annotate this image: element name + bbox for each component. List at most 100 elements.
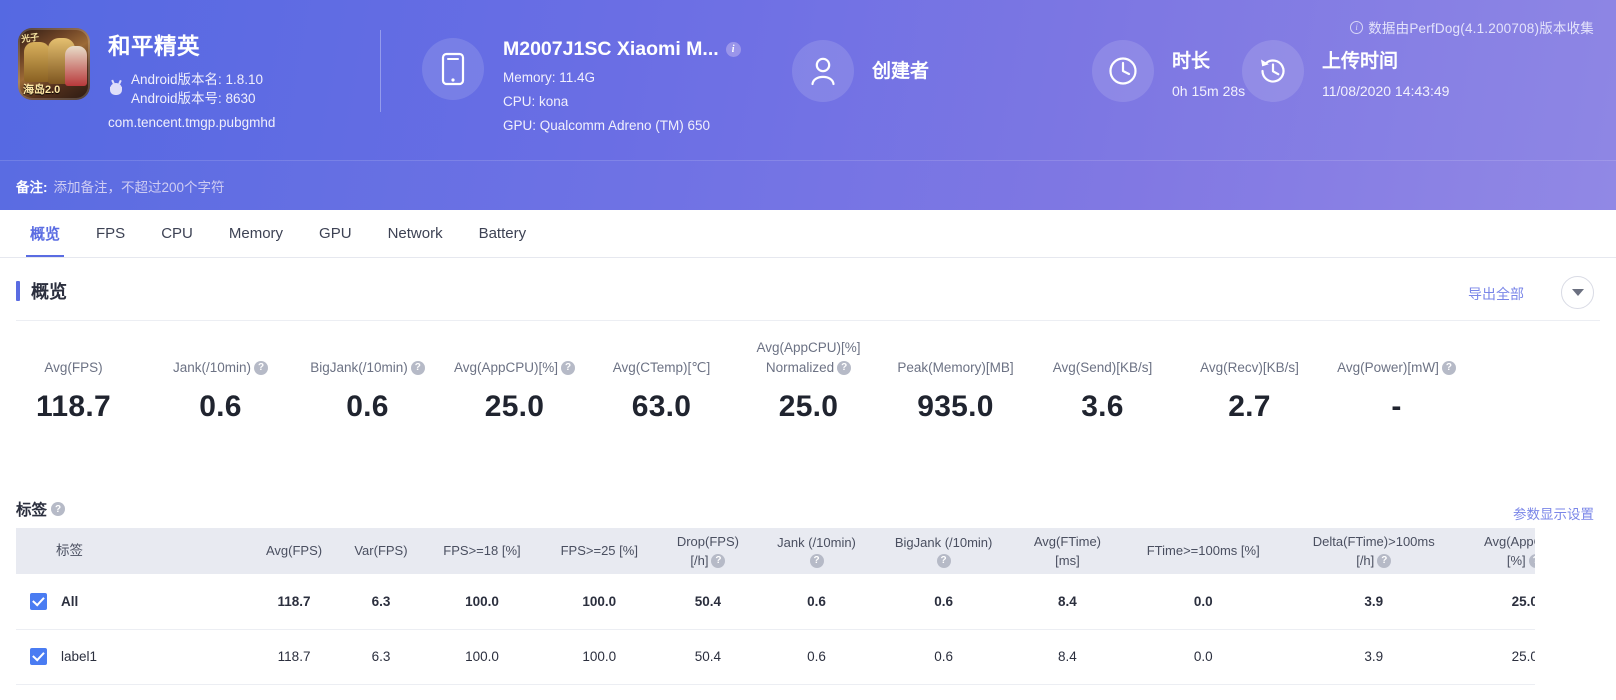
- kpi-label-subtext: Normalized: [766, 359, 834, 376]
- game-icon-badge-bottom: 海岛2.0: [23, 81, 60, 97]
- table-right-margin: [1535, 528, 1616, 700]
- col-header-ftime-gte-100ms[interactable]: FTime>=100ms [%]: [1123, 528, 1284, 574]
- tab-network[interactable]: Network: [370, 210, 461, 257]
- export-all-link[interactable]: 导出全部: [1468, 284, 1524, 304]
- help-icon[interactable]: ?: [254, 361, 268, 375]
- col-header-drop-fps[interactable]: Drop(FPS) [/h]?: [658, 528, 758, 574]
- col-header-text: FPS>=18 [%]: [443, 543, 520, 559]
- tab-memory[interactable]: Memory: [211, 210, 301, 257]
- kpi-bigjank: BigJank(/10min)? 0.6: [294, 330, 441, 424]
- col-header-bigjank[interactable]: BigJank (/10min)?: [875, 528, 1012, 574]
- col-header-text: Drop(FPS): [662, 534, 754, 550]
- col-header-avg-ftime[interactable]: Avg(FTime)[ms]: [1012, 528, 1123, 574]
- col-header-text: FPS>=25 [%]: [561, 543, 638, 559]
- section-divider: [16, 320, 1600, 321]
- perfdog-report-page: i 数据由PerfDog(4.1.200708)版本收集 光子 海岛2.0 和平…: [0, 0, 1616, 700]
- col-header-text: Delta(FTime)>100ms: [1288, 534, 1460, 550]
- game-package-name: com.tencent.tmgp.pubgmhd: [108, 115, 275, 130]
- help-icon[interactable]: ?: [561, 361, 575, 375]
- device-memory: Memory: 11.4G: [503, 70, 741, 85]
- help-icon[interactable]: ?: [711, 554, 725, 568]
- col-header-delta-ftime[interactable]: Delta(FTime)>100ms[/h]?: [1284, 528, 1464, 574]
- row-checkbox[interactable]: [30, 648, 47, 665]
- help-icon[interactable]: ?: [837, 361, 851, 375]
- collapse-toggle-button[interactable]: [1561, 276, 1594, 309]
- chevron-down-icon: [1572, 289, 1584, 296]
- tab-gpu[interactable]: GPU: [301, 210, 370, 257]
- row-label-text: label1: [61, 649, 97, 664]
- clock-icon: [1092, 40, 1154, 102]
- table-header-row: 标签 Avg(FPS) Var(FPS) FPS>=18 [%] FPS>=25…: [16, 528, 1535, 574]
- game-version-rows: Android版本名: 1.8.10 Android版本号: 8630: [108, 70, 275, 108]
- col-header-subtext: [%]: [1507, 553, 1526, 569]
- help-icon[interactable]: ?: [1442, 361, 1456, 375]
- kpi-value: 118.7: [0, 390, 147, 424]
- info-icon: i: [1350, 21, 1363, 34]
- cell-fps-gte-18: 100.0: [423, 629, 540, 684]
- cell-drop-fps: 50.4: [658, 574, 758, 629]
- col-header-text: Jank (/10min): [762, 535, 871, 551]
- table-row[interactable]: All 118.7 6.3 100.0 100.0 50.4 0.6 0.6 8…: [16, 574, 1535, 629]
- tab-overview[interactable]: 概览: [12, 210, 78, 257]
- col-header-avg-appcpu[interactable]: Avg(AppCPU)[%]?: [1464, 528, 1535, 574]
- kpi-label-text: Avg(FPS): [44, 359, 102, 376]
- overview-section-header: 概览 导出全部: [0, 264, 1616, 320]
- notes-label: 备注:: [16, 176, 48, 196]
- page-title-text: 概览: [31, 278, 67, 304]
- kpi-avg-power: Avg(Power)[mW]? -: [1323, 330, 1470, 424]
- col-header-subtext: [/h]: [690, 553, 708, 569]
- kpi-label-text: Avg(AppCPU)[%]: [454, 359, 558, 376]
- cell-avg-ftime: 8.4: [1012, 574, 1123, 629]
- col-header-subtext: [ms]: [1055, 553, 1080, 569]
- kpi-avg-appcpu: Avg(AppCPU)[%]? 25.0: [441, 330, 588, 424]
- col-header-avg-fps[interactable]: Avg(FPS): [250, 528, 339, 574]
- col-header-label[interactable]: 标签: [16, 528, 250, 574]
- upload-value: 11/08/2020 14:43:49: [1322, 83, 1449, 99]
- kpi-summary-row: Avg(FPS) 118.7 Jank(/10min)? 0.6 BigJank…: [0, 330, 1470, 424]
- page-title: 概览: [16, 278, 67, 304]
- kpi-label-text: Peak(Memory)[MB]: [897, 359, 1013, 376]
- help-icon[interactable]: ?: [937, 554, 951, 568]
- kpi-value: 3.6: [1029, 390, 1176, 424]
- kpi-value: 63.0: [588, 390, 735, 424]
- col-header-fps-gte-18[interactable]: FPS>=18 [%]: [423, 528, 540, 574]
- kpi-label-text: Avg(CTemp)[℃]: [613, 359, 710, 376]
- kpi-avg-recv: Avg(Recv)[KB/s] 2.7: [1176, 330, 1323, 424]
- cell-avg-fps: 118.7: [250, 574, 339, 629]
- col-header-var-fps[interactable]: Var(FPS): [339, 528, 424, 574]
- help-icon[interactable]: ?: [51, 502, 65, 516]
- cell-bigjank: 0.6: [875, 629, 1012, 684]
- tab-battery[interactable]: Battery: [461, 210, 545, 257]
- table-row[interactable]: label1 118.7 6.3 100.0 100.0 50.4 0.6 0.…: [16, 629, 1535, 684]
- col-header-fps-gte-25[interactable]: FPS>=25 [%]: [541, 528, 658, 574]
- game-version-code: Android版本号: 8630: [131, 89, 263, 108]
- collect-version-text: 数据由PerfDog(4.1.200708)版本收集: [1368, 17, 1594, 37]
- notes-bar[interactable]: 备注: 添加备注，不超过200个字符: [0, 160, 1616, 210]
- device-info-icon[interactable]: i: [726, 42, 741, 57]
- labels-section-header: 标签 ?: [16, 498, 65, 520]
- duration-block: 时长 0h 15m 28s: [1092, 40, 1245, 102]
- parameter-display-settings-link[interactable]: 参数显示设置: [1513, 503, 1594, 523]
- row-checkbox[interactable]: [30, 593, 47, 610]
- cell-fps-gte-25: 100.0: [541, 574, 658, 629]
- game-app-icon: 光子 海岛2.0: [18, 28, 90, 100]
- cell-bigjank: 0.6: [875, 574, 1012, 629]
- cell-delta-ftime: 3.9: [1284, 574, 1464, 629]
- tab-fps[interactable]: FPS: [78, 210, 143, 257]
- col-header-jank[interactable]: Jank (/10min)?: [758, 528, 875, 574]
- cell-drop-fps: 50.4: [658, 629, 758, 684]
- device-cpu: CPU: kona: [503, 94, 741, 109]
- kpi-value: 0.6: [294, 390, 441, 424]
- collect-version-note: i 数据由PerfDog(4.1.200708)版本收集: [1350, 17, 1594, 37]
- cell-ftime-gte-100ms: 0.0: [1123, 629, 1284, 684]
- tab-cpu[interactable]: CPU: [143, 210, 211, 257]
- col-header-text: Avg(FPS): [266, 543, 322, 559]
- notes-input-placeholder[interactable]: 添加备注，不超过200个字符: [54, 176, 225, 196]
- kpi-value: -: [1323, 390, 1470, 424]
- kpi-value: 25.0: [441, 390, 588, 424]
- help-icon[interactable]: ?: [810, 554, 824, 568]
- help-icon[interactable]: ?: [411, 361, 425, 375]
- cell-delta-ftime: 3.9: [1284, 629, 1464, 684]
- help-icon[interactable]: ?: [1377, 554, 1391, 568]
- device-gpu: GPU: Qualcomm Adreno (TM) 650: [503, 118, 741, 133]
